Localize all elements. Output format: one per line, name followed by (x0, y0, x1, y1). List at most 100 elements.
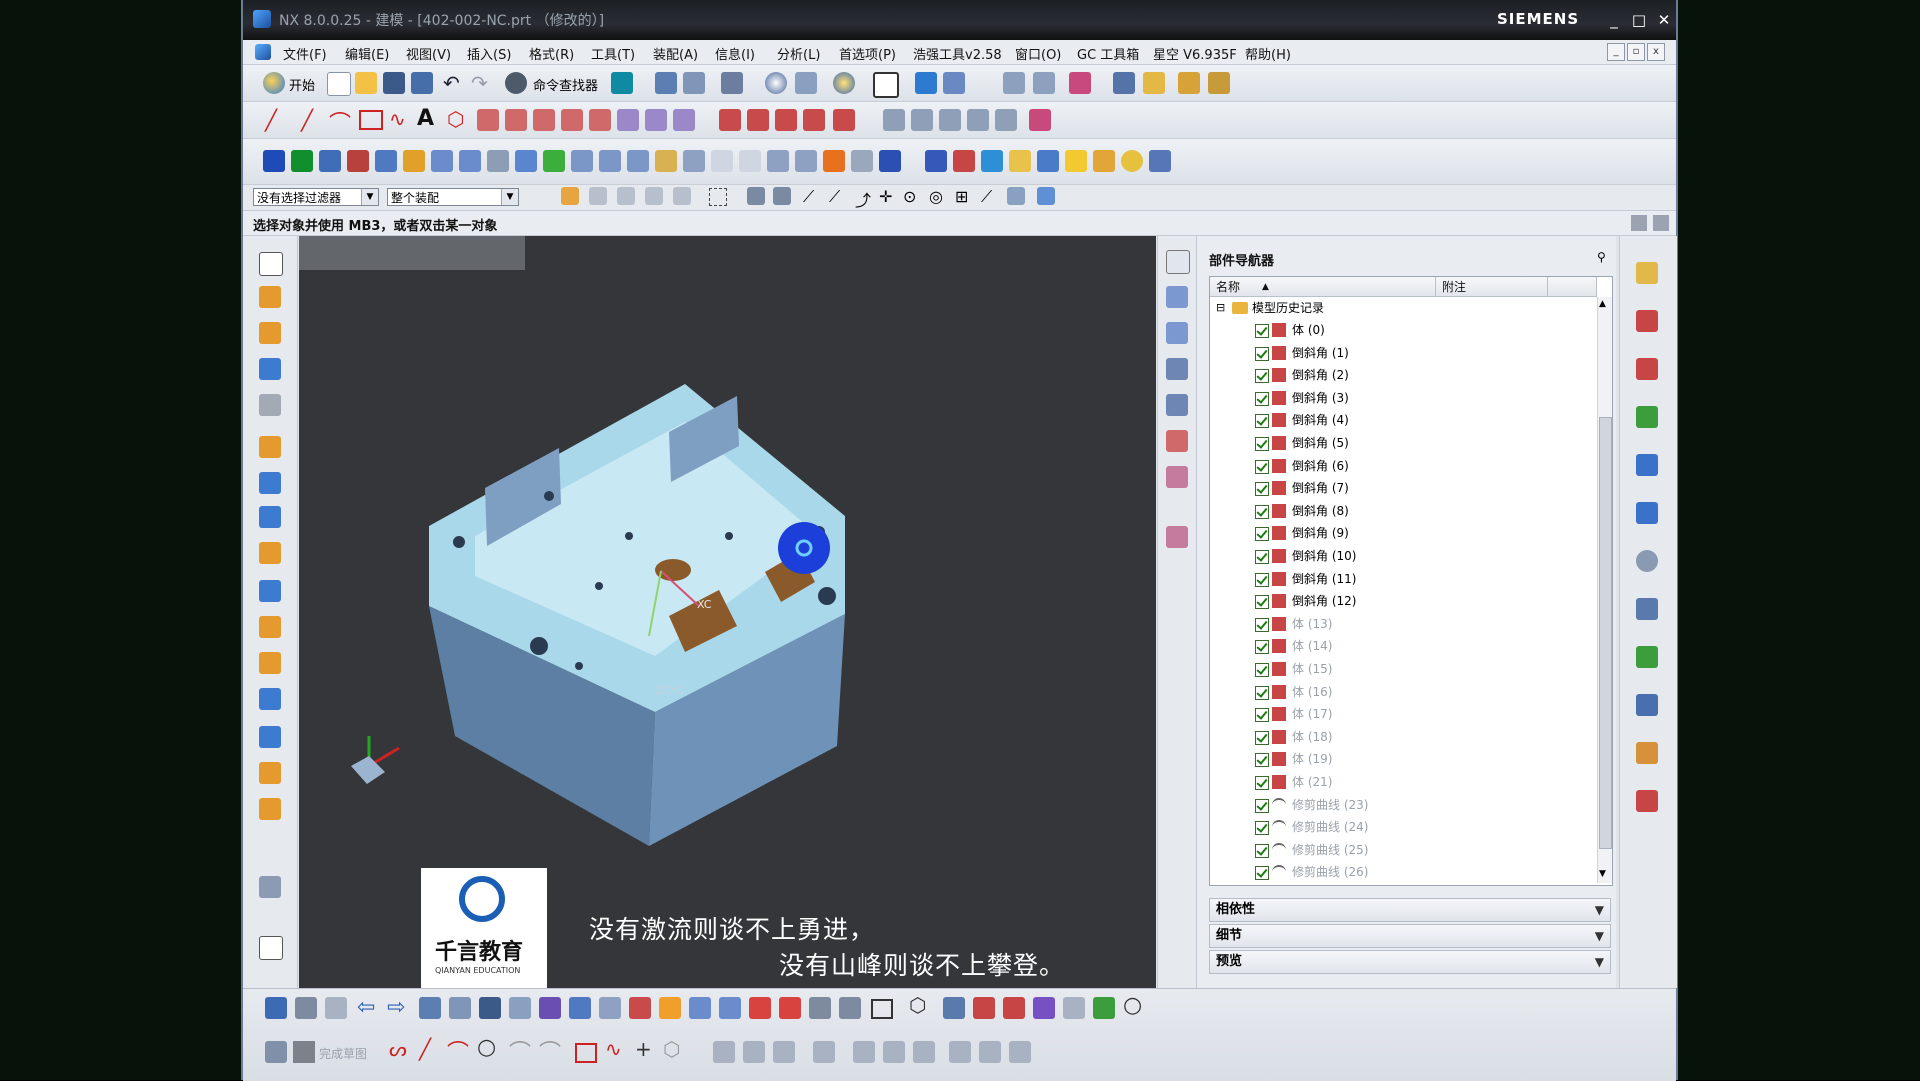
pencil-icon[interactable] (1208, 72, 1230, 94)
checkbox-icon[interactable] (1255, 843, 1269, 858)
save-as-icon[interactable] (411, 72, 433, 94)
sketch-tool-1[interactable] (265, 1041, 287, 1063)
menu-window[interactable]: 窗口(O) (1015, 44, 1061, 63)
res-icon-9[interactable] (259, 580, 281, 602)
tree-item[interactable]: 体 (15) (1210, 658, 1595, 680)
sketch-arc-icon[interactable]: ⌒ (447, 1035, 469, 1067)
profile-icon[interactable]: ᔕ (389, 1037, 407, 1061)
res-icon-2[interactable] (259, 322, 281, 344)
curve-tool-8[interactable] (673, 109, 695, 131)
column-header-note[interactable]: 附注 (1436, 277, 1548, 297)
menu-analysis[interactable]: 分析(L) (777, 44, 820, 63)
view-tool-3[interactable] (1166, 322, 1188, 344)
tree-item[interactable]: 体 (13) (1210, 613, 1595, 635)
bottom-tool-8[interactable] (539, 997, 561, 1019)
panel-dependencies[interactable]: 相依性 ▼ (1209, 898, 1611, 922)
chamfer-icon[interactable] (543, 150, 565, 172)
start-icon[interactable] (263, 72, 285, 94)
tree-root[interactable]: ⊟ 模型历史记录 (1210, 297, 1595, 319)
checkbox-icon[interactable] (1255, 572, 1269, 587)
sketch-line-icon[interactable]: ╱ (419, 1037, 431, 1061)
menu-information[interactable]: 信息(I) (715, 44, 755, 63)
res-icon-5[interactable] (259, 436, 281, 458)
bottom-tool-23[interactable] (1063, 997, 1085, 1019)
checkbox-icon[interactable] (1255, 414, 1269, 429)
view-tool-2[interactable] (1166, 286, 1188, 308)
binoculars-icon[interactable] (505, 72, 527, 94)
menu-gc-toolkit[interactable]: GC 工具箱 (1077, 44, 1139, 63)
menu-tools[interactable]: 工具(T) (591, 44, 635, 63)
arrow-left-icon[interactable]: ⇦ (357, 995, 375, 1020)
subtract-icon[interactable] (431, 150, 453, 172)
trim-body-icon[interactable] (655, 150, 677, 172)
assembly-icon[interactable] (1069, 72, 1091, 94)
panel-details[interactable]: 细节 ▼ (1209, 924, 1611, 948)
checkbox-icon[interactable] (1255, 821, 1269, 836)
name-icon[interactable] (879, 150, 901, 172)
lighting-icon[interactable] (833, 72, 855, 94)
replace-face-icon[interactable] (683, 150, 705, 172)
res-reuse-library-icon[interactable] (1636, 406, 1658, 428)
open-folder-icon[interactable] (355, 72, 377, 94)
unite-icon[interactable] (403, 150, 425, 172)
sketch-circle-icon[interactable]: ○ (477, 1035, 496, 1060)
sync-tool-3[interactable] (767, 150, 789, 172)
snap-control-icon[interactable]: ⤴ (855, 187, 871, 211)
view-icon[interactable] (611, 72, 633, 94)
selection-tool-2[interactable] (589, 187, 607, 205)
bottom-tool-11[interactable] (629, 997, 651, 1019)
view-tool-6[interactable] (1166, 430, 1188, 452)
background-icon[interactable] (873, 72, 899, 98)
plugin-icon-2[interactable] (953, 150, 975, 172)
bottom-tool-6[interactable] (479, 997, 501, 1019)
res-icon-10[interactable] (259, 616, 281, 638)
bottom-tool-17[interactable] (809, 997, 831, 1019)
tree-item[interactable]: 体 (17) (1210, 703, 1595, 725)
cue-option-icon-2[interactable] (1653, 215, 1669, 231)
tool-icon-b[interactable] (1143, 72, 1165, 94)
tree-item[interactable]: 倒斜角 (6) (1210, 455, 1595, 477)
close-button[interactable]: ✕ (1653, 10, 1675, 30)
menu-assemblies[interactable]: 装配(A) (653, 44, 698, 63)
snap-intersection-icon[interactable]: ✛ (879, 187, 892, 206)
intersect-icon[interactable] (459, 150, 481, 172)
sketch-tool-4[interactable] (1009, 1041, 1031, 1063)
sketch-polygon-icon[interactable]: ⬡ (663, 1037, 680, 1061)
hole-icon[interactable] (319, 150, 341, 172)
view-tool-8[interactable] (1166, 526, 1188, 548)
bottom-tool-15[interactable] (749, 997, 771, 1019)
sketch-corner-icon[interactable] (773, 1041, 795, 1063)
sketch-fillet-icon[interactable]: ⌒ (509, 1035, 531, 1067)
view-tool-7[interactable] (1166, 466, 1188, 488)
checkbox-icon[interactable] (1255, 776, 1269, 790)
curve-tool-3[interactable] (533, 109, 555, 131)
shell-icon[interactable] (599, 150, 621, 172)
curve-tool-1[interactable] (477, 109, 499, 131)
tree-item[interactable]: 倒斜角 (11) (1210, 568, 1595, 590)
bottom-tool-1[interactable] (265, 997, 287, 1019)
arc-icon[interactable]: ⌒ (329, 106, 351, 138)
snap-center-icon[interactable]: ⊙ (903, 187, 916, 206)
sketch-point-icon[interactable]: + (635, 1037, 652, 1061)
cue-option-icon-1[interactable] (1631, 215, 1647, 231)
edit-object-icon[interactable] (655, 72, 677, 94)
checkbox-icon[interactable] (1255, 527, 1269, 542)
checkbox-icon[interactable] (1255, 391, 1269, 406)
tree-item[interactable]: 体 (0) (1210, 319, 1595, 341)
res-icon-1[interactable] (259, 286, 281, 308)
sketch-constraint-icon[interactable] (883, 1041, 905, 1063)
menu-haoqiang-tools[interactable]: 浩强工具v2.58 (913, 44, 1002, 63)
checkbox-icon[interactable] (1255, 550, 1269, 564)
selection-tool-3[interactable] (617, 187, 635, 205)
res-web-browser-icon[interactable] (1636, 502, 1658, 524)
bottom-tool-2[interactable] (295, 997, 317, 1019)
sketch-rectangle-icon[interactable] (575, 1043, 597, 1063)
hexagon-tool-icon[interactable]: ⬡ (909, 993, 926, 1017)
checkbox-icon[interactable] (1255, 640, 1269, 655)
tree-item[interactable]: 体 (16) (1210, 681, 1595, 703)
sync-tool-1[interactable] (711, 150, 733, 172)
redo-icon[interactable]: ↷ (471, 71, 488, 95)
bottom-tool-19[interactable] (943, 997, 965, 1019)
surface-tool-4[interactable] (967, 109, 989, 131)
tree-item[interactable]: 倒斜角 (5) (1210, 432, 1595, 454)
